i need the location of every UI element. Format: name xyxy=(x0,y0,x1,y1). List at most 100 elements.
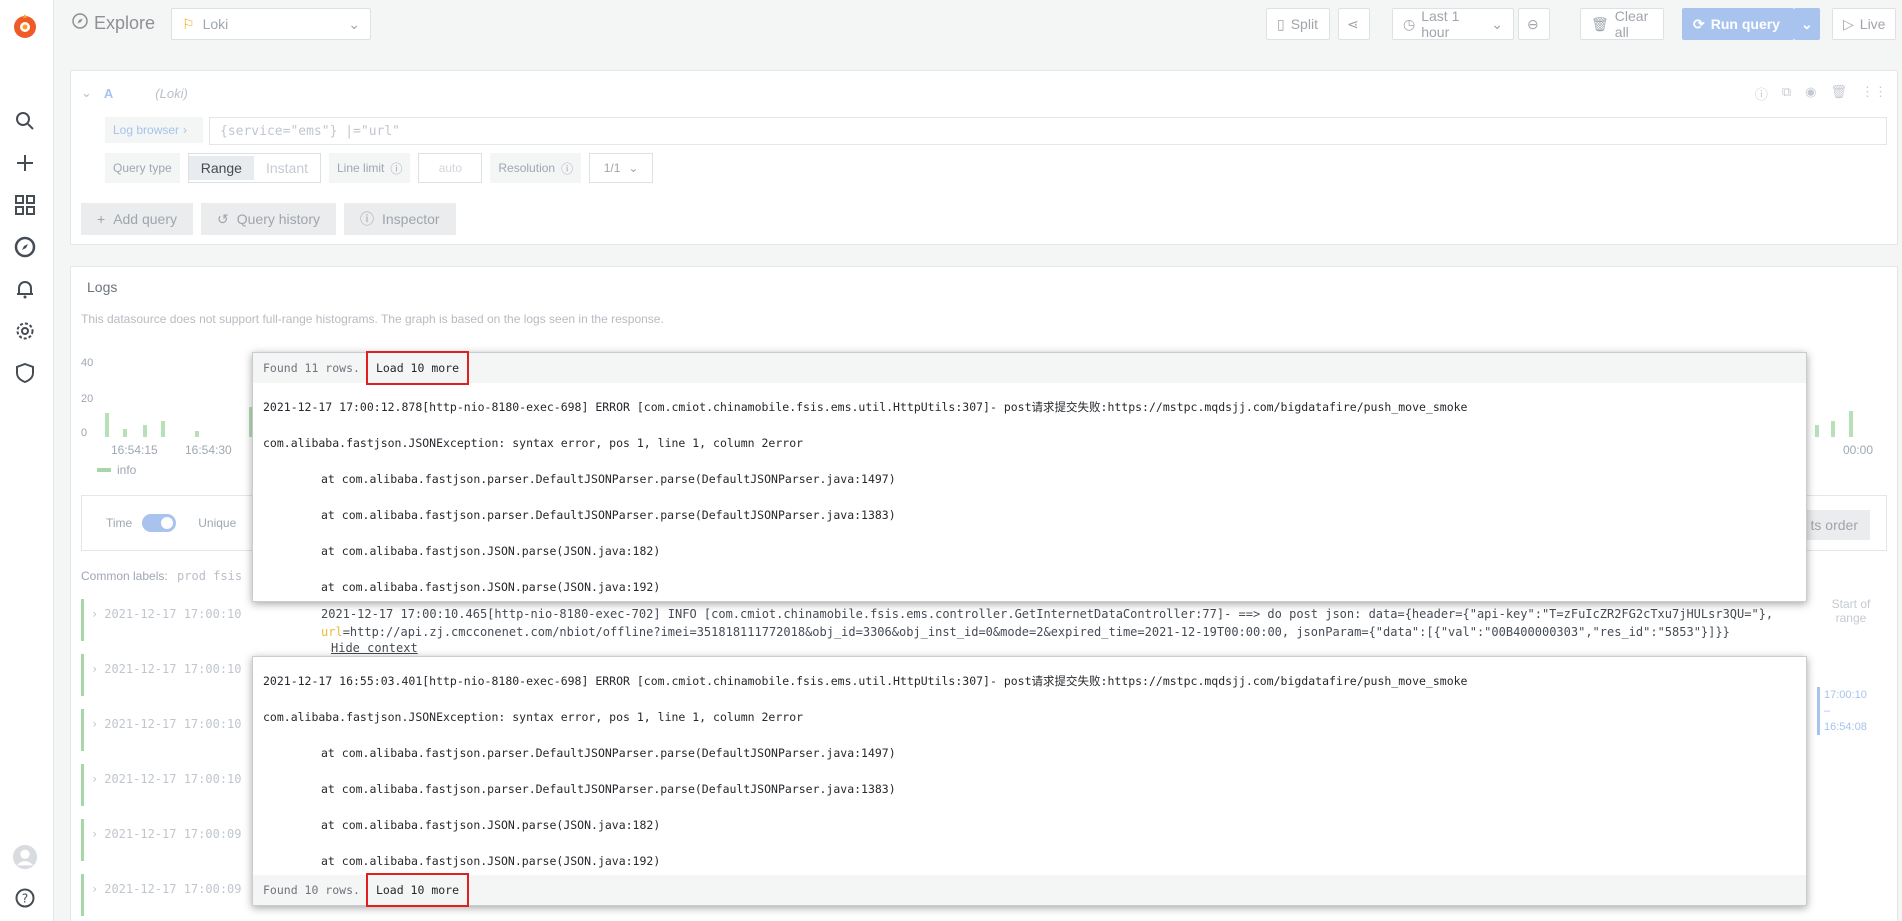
histogram-legend[interactable]: info xyxy=(97,463,136,477)
query-type-range[interactable]: Range xyxy=(188,156,254,180)
log-browser-button[interactable]: Log browser › xyxy=(105,117,203,143)
context-line[interactable]: at com.alibaba.fastjson.JSON.parse(JSON.… xyxy=(263,533,1796,569)
histogram-bar xyxy=(1815,425,1819,437)
histogram-bar xyxy=(123,429,127,437)
context-line[interactable]: at com.alibaba.fastjson.parser.DefaultJS… xyxy=(263,497,1796,533)
chevron-right-icon: › xyxy=(91,607,99,621)
query-history-button[interactable]: ↺ Query history xyxy=(201,203,336,235)
split-button[interactable]: ▯ Split xyxy=(1266,8,1330,40)
trash-icon[interactable]: 🗑 xyxy=(1830,84,1847,103)
query-row-actions: ⓘ ⧉ ◉ 🗑 ⋮⋮ xyxy=(1755,84,1887,103)
alerting-icon[interactable] xyxy=(12,276,38,302)
explore-toolbar: Explore ⚐ Loki ⌄ ▯ Split ⋖ ◷ Last 1 hour… xyxy=(54,0,1902,48)
log-line-highlight: url xyxy=(321,625,343,639)
clear-all-button[interactable]: 🗑 Clear all xyxy=(1580,8,1664,40)
clear-all-label: Clear all xyxy=(1614,8,1649,40)
resolution-text: Resolution xyxy=(498,161,556,175)
range-navigator[interactable]: 17:00:10 – 16:54:08 xyxy=(1817,687,1883,735)
context-line[interactable]: at com.alibaba.fastjson.parser.DefaultJS… xyxy=(263,771,1796,807)
context-line[interactable]: at com.alibaba.fastjson.JSON.parse(JSON.… xyxy=(263,807,1796,843)
zoom-out-icon: ⊖ xyxy=(1527,15,1539,32)
help-icon[interactable]: ⓘ xyxy=(1755,84,1768,103)
x-tick: 16:54:30 xyxy=(185,443,232,457)
share-button[interactable]: ⋖ xyxy=(1338,8,1370,40)
load-more-button[interactable]: Load 10 more xyxy=(365,351,470,385)
log-level-indicator xyxy=(81,874,84,916)
run-query-dropdown[interactable]: ⌄ xyxy=(1794,8,1820,40)
context-line[interactable]: at com.alibaba.fastjson.parser.DefaultJS… xyxy=(263,735,1796,771)
help-icon[interactable]: ? xyxy=(12,885,38,911)
range-time-top: 17:00:10 xyxy=(1824,689,1867,701)
shield-icon[interactable] xyxy=(12,360,38,386)
context-line[interactable]: at com.alibaba.fastjson.parser.DefaultJS… xyxy=(263,461,1796,497)
chevron-down-icon: ⌄ xyxy=(628,161,639,175)
chevron-down-icon: ⌄ xyxy=(1801,15,1813,32)
query-expression-input[interactable]: {service="ems"} |="url" xyxy=(209,117,1887,145)
hide-context-link[interactable]: Hide context xyxy=(331,641,418,655)
dashboards-icon[interactable] xyxy=(12,192,38,218)
histogram-left xyxy=(103,357,263,437)
live-button[interactable]: ▷ Live xyxy=(1832,8,1896,40)
inspector-button[interactable]: ⓘ Inspector xyxy=(344,203,456,235)
load-more-button[interactable]: Load 10 more xyxy=(365,873,470,907)
y-tick: 0 xyxy=(81,427,88,439)
context-line[interactable]: 2021-12-17 17:00:12.878[http-nio-8180-ex… xyxy=(263,389,1796,425)
log-row[interactable]: › 2021-12-17 17:00:10 xyxy=(81,654,242,696)
order-button[interactable]: ts order xyxy=(1798,510,1870,540)
time-toggle[interactable] xyxy=(142,514,177,532)
context-found-rows: Found 10 rows. xyxy=(263,883,360,897)
context-footer: Found 10 rows. Load 10 more xyxy=(253,873,1806,907)
log-row[interactable]: › 2021-12-17 17:00:09 xyxy=(81,874,242,916)
query-editor-panel: ⌄ A (Loki) ⓘ ⧉ ◉ 🗑 ⋮⋮ Log browser › {ser… xyxy=(70,70,1898,245)
configuration-icon[interactable] xyxy=(12,318,38,344)
log-line-message[interactable]: 2021-12-17 17:00:10.465[http-nio-8180-ex… xyxy=(321,605,1881,641)
histogram-bar xyxy=(161,421,165,437)
duplicate-icon[interactable]: ⧉ xyxy=(1782,84,1791,103)
avatar[interactable] xyxy=(12,844,38,870)
histogram-bar xyxy=(143,425,147,437)
context-line[interactable]: at com.alibaba.fastjson.JSON.parse(JSON.… xyxy=(263,569,1796,605)
context-line[interactable]: 2021-12-17 16:55:03.401[http-nio-8180-ex… xyxy=(263,663,1796,699)
add-query-button[interactable]: + Add query xyxy=(81,203,194,235)
explore-icon[interactable] xyxy=(12,234,38,260)
info-icon: ⓘ xyxy=(360,211,374,227)
query-type-toggle: Range Instant xyxy=(187,153,321,183)
context-line[interactable]: at com.alibaba.fastjson.JSON.parse(JSON.… xyxy=(263,843,1796,879)
line-limit-input[interactable]: auto xyxy=(418,153,483,183)
run-query-button[interactable]: ⟳ Run query xyxy=(1682,8,1794,40)
y-tick: 40 xyxy=(81,357,94,369)
collapse-chevron-icon[interactable]: ⌄ xyxy=(81,85,92,101)
drag-handle-icon[interactable]: ⋮⋮ xyxy=(1861,84,1887,103)
grafana-logo-icon[interactable] xyxy=(9,10,41,42)
legend-label: info xyxy=(117,463,137,477)
plus-icon: + xyxy=(97,211,106,227)
log-browser-label: Log browser xyxy=(113,123,180,137)
log-row[interactable]: › 2021-12-17 17:00:10 xyxy=(81,599,242,641)
log-level-indicator xyxy=(81,764,84,806)
log-row[interactable]: › 2021-12-17 17:00:10 xyxy=(81,764,242,806)
eye-icon[interactable]: ◉ xyxy=(1805,84,1816,103)
chevron-right-icon: › xyxy=(91,827,99,841)
plus-icon[interactable] xyxy=(12,150,38,176)
y-tick: 20 xyxy=(81,393,94,405)
zoom-out-button[interactable]: ⊖ xyxy=(1518,8,1550,40)
histogram-bar xyxy=(1831,421,1835,437)
log-row[interactable]: › 2021-12-17 17:00:10 xyxy=(81,709,242,751)
context-line[interactable]: com.alibaba.fastjson.JSONException: synt… xyxy=(263,425,1796,461)
context-lines: 2021-12-17 16:55:03.401[http-nio-8180-ex… xyxy=(253,657,1806,879)
datasource-picker[interactable]: ⚐ Loki ⌄ xyxy=(171,8,371,40)
info-icon: ⓘ xyxy=(390,161,403,176)
trash-icon: 🗑 xyxy=(1591,15,1609,32)
chevron-down-icon: ⌄ xyxy=(348,15,360,32)
log-row[interactable]: › 2021-12-17 17:00:09 xyxy=(81,819,242,861)
chevron-right-icon: › xyxy=(91,662,99,676)
context-line[interactable]: com.alibaba.fastjson.JSONException: synt… xyxy=(263,699,1796,735)
query-history-label: Query history xyxy=(236,211,320,227)
time-picker[interactable]: ◷ Last 1 hour ⌄ xyxy=(1392,8,1514,40)
query-ref-id[interactable]: A xyxy=(104,86,113,101)
resolution-select[interactable]: 1/1 ⌄ xyxy=(589,153,654,183)
search-icon[interactable] xyxy=(12,108,38,134)
query-type-instant[interactable]: Instant xyxy=(254,156,320,180)
chevron-right-icon: › xyxy=(183,123,188,137)
query-actions: + Add query ↺ Query history ⓘ Inspector xyxy=(81,203,456,235)
